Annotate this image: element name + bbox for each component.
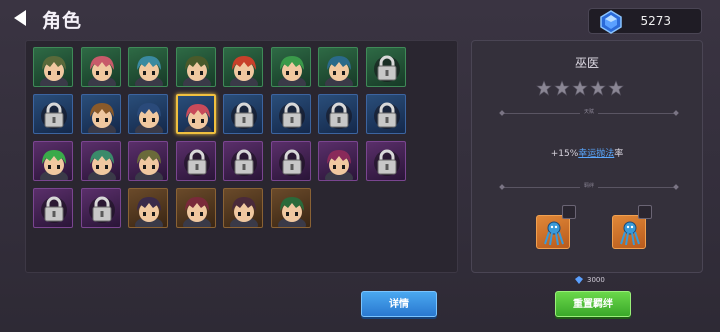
header-bar: 角色 5273 bbox=[0, 0, 720, 36]
character-grid bbox=[25, 40, 458, 273]
character-portrait[interactable] bbox=[318, 47, 358, 87]
character-face-icon bbox=[182, 197, 211, 227]
lock-icon bbox=[41, 102, 67, 129]
character-portrait[interactable] bbox=[270, 47, 311, 87]
character-slot-locked[interactable] bbox=[223, 94, 263, 134]
character-slot-locked[interactable] bbox=[33, 188, 73, 228]
character-portrait[interactable] bbox=[128, 94, 168, 134]
reset-cost: 3000 bbox=[575, 276, 605, 284]
character-face-icon bbox=[230, 197, 258, 227]
character-slot-locked[interactable] bbox=[80, 188, 121, 228]
character-slot-locked[interactable] bbox=[365, 94, 406, 134]
bond-checkbox-1[interactable] bbox=[562, 205, 576, 219]
character-face-icon bbox=[135, 56, 163, 86]
star-icon bbox=[572, 80, 588, 96]
character-portrait[interactable] bbox=[318, 141, 358, 181]
character-face-icon bbox=[182, 56, 211, 86]
character-portrait[interactable] bbox=[175, 47, 216, 87]
character-face-icon bbox=[87, 103, 116, 133]
talent-suffix: 率 bbox=[614, 149, 624, 159]
character-slot-locked[interactable] bbox=[270, 94, 311, 134]
lock-icon bbox=[183, 149, 210, 176]
star-icon bbox=[608, 80, 624, 96]
character-slot-locked[interactable] bbox=[270, 141, 311, 181]
star-icon bbox=[554, 80, 570, 96]
lock-icon bbox=[231, 102, 257, 129]
character-face-icon bbox=[183, 104, 212, 132]
squid-rune-icon bbox=[544, 221, 564, 246]
reset-bond-button[interactable]: 重置羁绊 bbox=[555, 291, 631, 317]
blue-gem-icon bbox=[575, 276, 583, 284]
lock-icon bbox=[231, 149, 257, 176]
talent-divider: 天赋 bbox=[502, 108, 676, 115]
character-portrait[interactable] bbox=[128, 141, 168, 181]
character-face-icon bbox=[277, 56, 306, 86]
character-slot-locked[interactable] bbox=[33, 94, 73, 134]
character-face-icon bbox=[325, 150, 353, 180]
gem-count: 5273 bbox=[640, 14, 671, 28]
character-portrait[interactable] bbox=[80, 47, 121, 87]
reset-cost-value: 3000 bbox=[587, 276, 605, 284]
back-arrow-icon[interactable] bbox=[10, 8, 28, 28]
character-portrait[interactable] bbox=[175, 94, 216, 134]
character-portrait[interactable] bbox=[128, 188, 168, 228]
character-face-icon bbox=[135, 150, 163, 180]
character-portrait[interactable] bbox=[175, 188, 216, 228]
bond-slot-1[interactable] bbox=[536, 215, 570, 249]
talent-divider-label: 天赋 bbox=[579, 108, 599, 115]
character-slot-locked[interactable] bbox=[365, 47, 406, 87]
blue-gem-icon bbox=[597, 9, 625, 35]
character-portrait[interactable] bbox=[223, 188, 263, 228]
character-face-icon bbox=[135, 197, 163, 227]
gem-currency[interactable]: 5273 bbox=[588, 8, 702, 34]
character-portrait[interactable] bbox=[33, 47, 73, 87]
character-face-icon bbox=[87, 150, 116, 180]
squid-rune-icon bbox=[620, 221, 640, 246]
talent-link[interactable]: 幸运抛法 bbox=[578, 149, 614, 159]
star-icon bbox=[590, 80, 606, 96]
lock-icon bbox=[41, 196, 67, 223]
character-detail-panel: 巫医 天赋 +15%幸运抛法率 羁绊 bbox=[471, 40, 703, 273]
character-slot-locked[interactable] bbox=[223, 141, 263, 181]
character-portrait[interactable] bbox=[223, 47, 263, 87]
character-face-icon bbox=[277, 197, 306, 227]
talent-description: +15%幸运抛法率 bbox=[472, 146, 702, 159]
talent-prefix: +15% bbox=[550, 149, 579, 159]
details-button[interactable]: 详情 bbox=[361, 291, 437, 317]
character-portrait[interactable] bbox=[80, 141, 121, 181]
character-slot-locked[interactable] bbox=[318, 94, 358, 134]
lock-icon bbox=[373, 102, 400, 129]
character-portrait[interactable] bbox=[128, 47, 168, 87]
character-portrait[interactable] bbox=[270, 188, 311, 228]
character-name: 巫医 bbox=[574, 56, 599, 70]
star-rating bbox=[536, 80, 626, 98]
lock-icon bbox=[278, 102, 305, 129]
character-face-icon bbox=[87, 56, 116, 86]
bond-divider: 羁绊 bbox=[502, 182, 676, 189]
bond-divider-label: 羁绊 bbox=[579, 182, 599, 189]
lock-icon bbox=[373, 149, 400, 176]
lock-icon bbox=[373, 55, 400, 82]
lock-icon bbox=[278, 149, 305, 176]
character-face-icon bbox=[230, 56, 258, 86]
character-portrait[interactable] bbox=[33, 141, 73, 181]
character-face-icon bbox=[135, 103, 163, 133]
bond-checkbox-2[interactable] bbox=[638, 205, 652, 219]
character-slot-locked[interactable] bbox=[365, 141, 406, 181]
lock-icon bbox=[326, 102, 352, 129]
character-face-icon bbox=[40, 56, 68, 86]
character-portrait[interactable] bbox=[80, 94, 121, 134]
lock-icon bbox=[88, 196, 115, 223]
character-face-icon bbox=[325, 56, 353, 86]
character-face-icon bbox=[40, 150, 68, 180]
bond-slot-2[interactable] bbox=[612, 215, 646, 249]
page-title: 角色 bbox=[42, 10, 83, 32]
star-icon bbox=[536, 80, 552, 96]
character-slot-locked[interactable] bbox=[175, 141, 216, 181]
